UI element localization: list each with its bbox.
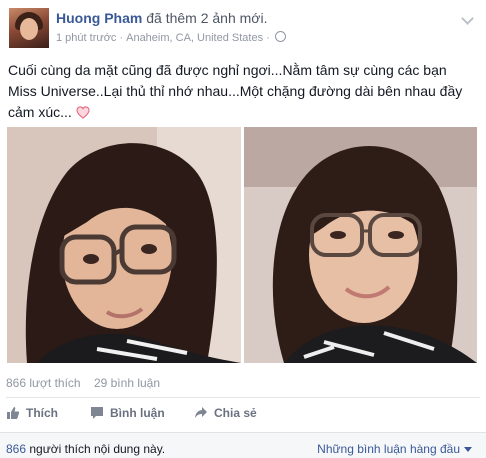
facebook-post: Huong Pham đã thêm 2 ảnh mới. 1 phút trư… [0, 0, 486, 458]
meta-separator: · [119, 32, 124, 44]
heart-icon [76, 106, 90, 119]
footer-like-text: người thích nội dung này. [26, 442, 166, 456]
like-button[interactable]: Thích [6, 406, 58, 420]
meta-separator: · [266, 32, 270, 44]
post-footer: 866 người thích nội dung này. Những bình… [0, 432, 486, 458]
post-header: Huong Pham đã thêm 2 ảnh mới. 1 phút trư… [0, 0, 486, 56]
post-title-line: Huong Pham đã thêm 2 ảnh mới. [56, 10, 267, 26]
globe-icon[interactable] [274, 31, 286, 42]
avatar[interactable] [9, 8, 49, 48]
like-button-label: Thích [26, 406, 58, 420]
photo-1[interactable] [7, 127, 241, 363]
chevron-down-icon[interactable] [460, 12, 476, 28]
divider [6, 397, 480, 398]
share-arrow-icon [195, 407, 207, 418]
thumbs-up-icon [7, 407, 20, 419]
footer-like-summary: 866 người thích nội dung này. [6, 442, 165, 456]
photo-1-illustration [7, 127, 241, 363]
avatar-face [20, 18, 38, 40]
share-button[interactable]: Chia sẻ [194, 406, 257, 420]
like-count-link[interactable]: 866 lượt thích [6, 376, 81, 390]
post-action-text: đã thêm 2 ảnh mới. [146, 10, 268, 26]
share-button-label: Chia sẻ [214, 406, 257, 420]
photo-2[interactable] [244, 127, 477, 363]
photo-2-illustration [244, 127, 477, 363]
post-meta: 1 phút trước · Anaheim, CA, United States · [56, 31, 286, 44]
post-stats: 866 lượt thích 29 bình luận [6, 376, 160, 390]
post-timestamp[interactable]: 1 phút trước [56, 32, 116, 44]
comment-button[interactable]: Bình luận [90, 406, 165, 420]
comment-icon [91, 407, 103, 419]
comment-sort-dropdown[interactable]: Những bình luận hàng đầu [317, 442, 472, 456]
footer-like-count-link[interactable]: 866 [6, 442, 26, 456]
chevron-down-icon [464, 447, 472, 452]
comment-button-label: Bình luận [110, 406, 165, 420]
post-location[interactable]: Anaheim, CA, United States [126, 32, 263, 44]
status-text: Cuối cùng da mặt cũng đã được nghỉ ngơi.… [8, 60, 478, 123]
comment-sort-label: Những bình luận hàng đầu [317, 442, 460, 456]
author-name-link[interactable]: Huong Pham [56, 10, 142, 26]
comment-count-link[interactable]: 29 bình luận [94, 376, 160, 390]
